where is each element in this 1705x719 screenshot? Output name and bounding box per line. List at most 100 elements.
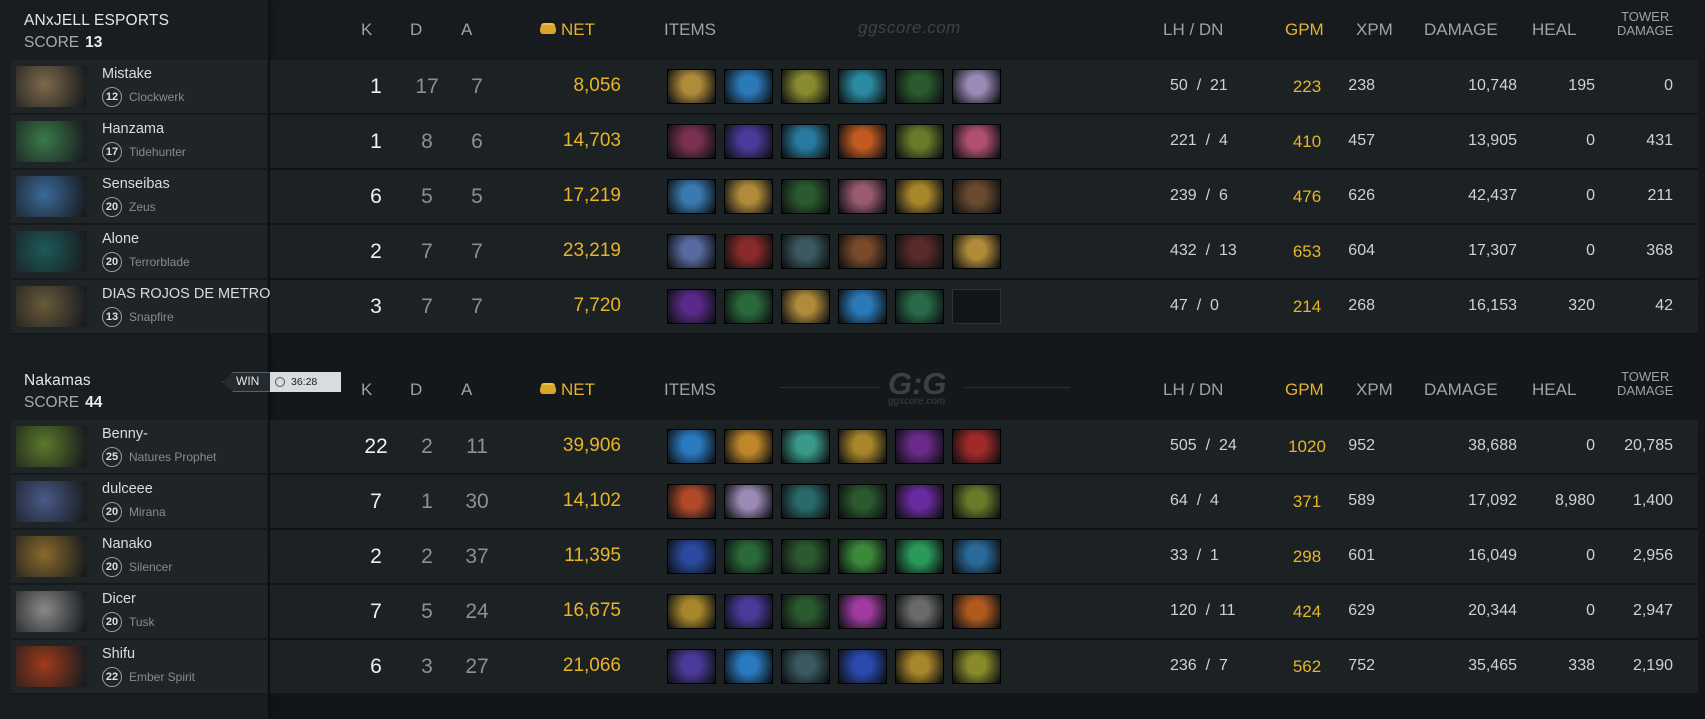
hero-portrait[interactable] <box>16 286 87 327</box>
plate-icon[interactable] <box>781 429 830 464</box>
helm-icon[interactable] <box>952 594 1001 629</box>
bottle-icon[interactable] <box>724 179 773 214</box>
branch-icon[interactable] <box>895 69 944 104</box>
col-networth[interactable]: NET <box>540 380 595 400</box>
mask-icon[interactable] <box>895 179 944 214</box>
orb-icon[interactable] <box>952 124 1001 159</box>
helm-icon[interactable] <box>838 124 887 159</box>
col-deaths[interactable]: D <box>410 380 422 400</box>
stick-icon[interactable] <box>724 289 773 324</box>
scepter-icon[interactable] <box>838 649 887 684</box>
scepter-icon[interactable] <box>667 179 716 214</box>
col-tower-damage[interactable]: TOWER DAMAGE <box>1617 370 1673 398</box>
swirl-icon[interactable] <box>895 539 944 574</box>
staff-icon[interactable] <box>895 289 944 324</box>
hero-portrait[interactable] <box>16 176 87 217</box>
player-card[interactable]: Hanzama 17 Tidehunter <box>11 115 267 170</box>
blade-icon[interactable] <box>895 429 944 464</box>
branch-icon[interactable] <box>838 484 887 519</box>
player-stats-row[interactable]: 1 8 6 14,703 221 / 4 410 457 13,905 0 431 <box>270 115 1698 170</box>
player-name[interactable]: DIAS ROJOS DE METRO <box>102 286 270 302</box>
hero-portrait[interactable] <box>16 591 87 632</box>
col-damage[interactable]: DAMAGE <box>1424 20 1498 40</box>
potion-icon[interactable] <box>667 289 716 324</box>
boots-icon[interactable] <box>724 124 773 159</box>
player-name[interactable]: Senseibas <box>102 176 170 192</box>
col-tower-damage[interactable]: TOWER DAMAGE <box>1617 10 1673 38</box>
player-name[interactable]: Dicer <box>102 591 136 607</box>
cape-icon[interactable] <box>667 539 716 574</box>
magic-wand-icon[interactable] <box>724 69 773 104</box>
branch-icon[interactable] <box>781 179 830 214</box>
player-name[interactable]: Mistake <box>102 66 152 82</box>
col-gpm[interactable]: GPM <box>1285 380 1324 400</box>
player-card[interactable]: Dicer 20 Tusk <box>11 585 267 640</box>
player-card[interactable]: Mistake 12 Clockwerk <box>11 60 267 115</box>
mjollnir-icon[interactable] <box>667 429 716 464</box>
skull-icon[interactable] <box>952 539 1001 574</box>
player-stats-row[interactable]: 2 2 37 11,395 33 / 1 298 601 16,049 0 2,956 <box>270 530 1698 585</box>
scepter-icon[interactable] <box>724 429 773 464</box>
player-card[interactable]: Senseibas 20 Zeus <box>11 170 267 225</box>
col-deaths[interactable]: D <box>410 20 422 40</box>
player-card[interactable]: dulceee 20 Mirana <box>11 475 267 530</box>
octarine-icon[interactable] <box>838 179 887 214</box>
col-lh-dn[interactable]: LH / DN <box>1163 20 1223 40</box>
mask-icon[interactable] <box>838 429 887 464</box>
col-heal[interactable]: HEAL <box>1532 380 1576 400</box>
player-stats-row[interactable]: 3 7 7 7,720 47 / 0 214 268 16,153 320 42 <box>270 280 1698 335</box>
blink-dagger-icon[interactable] <box>838 69 887 104</box>
hero-portrait[interactable] <box>16 536 87 577</box>
potion-icon[interactable] <box>895 484 944 519</box>
tranquil-boots-icon[interactable] <box>781 69 830 104</box>
magic-wand-icon[interactable] <box>838 289 887 324</box>
mjollnir-icon[interactable] <box>724 649 773 684</box>
boots-icon[interactable] <box>667 649 716 684</box>
staff-icon[interactable] <box>724 539 773 574</box>
player-card[interactable]: Nanako 20 Silencer <box>11 530 267 585</box>
player-stats-row[interactable]: 2 7 7 23,219 432 / 13 653 604 17,307 0 368 <box>270 225 1698 280</box>
radiance-icon[interactable] <box>952 649 1001 684</box>
player-card[interactable]: Shifu 22 Ember Spirit <box>11 640 267 695</box>
claw-icon[interactable] <box>724 234 773 269</box>
mask-icon[interactable] <box>667 594 716 629</box>
cloak-icon[interactable] <box>952 69 1001 104</box>
ring-icon[interactable] <box>667 124 716 159</box>
axe-icon[interactable] <box>952 429 1001 464</box>
hero-portrait[interactable] <box>16 426 87 467</box>
gem-icon[interactable] <box>838 539 887 574</box>
player-stats-row[interactable]: 1 17 7 8,056 50 / 21 223 238 10,748 195 0 <box>270 60 1698 115</box>
player-card[interactable]: Benny- 25 Natures Prophet <box>11 420 267 475</box>
bottle-icon[interactable] <box>781 289 830 324</box>
hero-portrait[interactable] <box>16 646 87 687</box>
player-name[interactable]: dulceee <box>102 481 153 497</box>
player-name[interactable]: Shifu <box>102 646 135 662</box>
player-name[interactable]: Hanzama <box>102 121 164 137</box>
staff-icon[interactable] <box>895 124 944 159</box>
col-damage[interactable]: DAMAGE <box>1424 380 1498 400</box>
player-card[interactable]: DIAS ROJOS DE METRO 13 Snapfire <box>11 280 270 335</box>
boots-icon[interactable] <box>724 594 773 629</box>
ring-icon[interactable] <box>895 594 944 629</box>
player-stats-row[interactable]: 7 1 30 14,102 64 / 4 371 589 17,092 8,980 1,400 <box>270 475 1698 530</box>
col-assists[interactable]: A <box>461 380 472 400</box>
boots-icon[interactable] <box>838 234 887 269</box>
staff-icon[interactable] <box>952 484 1001 519</box>
armor-icon[interactable] <box>667 484 716 519</box>
col-kills[interactable]: K <box>361 20 372 40</box>
player-stats-row[interactable]: 6 3 27 21,066 236 / 7 562 752 35,465 338 2,190 <box>270 640 1698 695</box>
boots-icon[interactable] <box>781 484 830 519</box>
skull-icon[interactable] <box>781 234 830 269</box>
empty-slot-icon[interactable] <box>952 289 1001 324</box>
travel-boots-icon[interactable] <box>952 179 1001 214</box>
col-networth[interactable]: NET <box>540 20 595 40</box>
bottle-icon[interactable] <box>952 234 1001 269</box>
skull-icon[interactable] <box>781 649 830 684</box>
player-stats-row[interactable]: 22 2 11 39,906 505 / 24 1020 952 38,688 0 20,785 <box>270 420 1698 475</box>
mask-icon[interactable] <box>895 649 944 684</box>
player-name[interactable]: Alone <box>102 231 139 247</box>
col-xpm[interactable]: XPM <box>1356 380 1393 400</box>
branch-icon[interactable] <box>781 539 830 574</box>
col-xpm[interactable]: XPM <box>1356 20 1393 40</box>
butterfly-icon[interactable] <box>895 234 944 269</box>
